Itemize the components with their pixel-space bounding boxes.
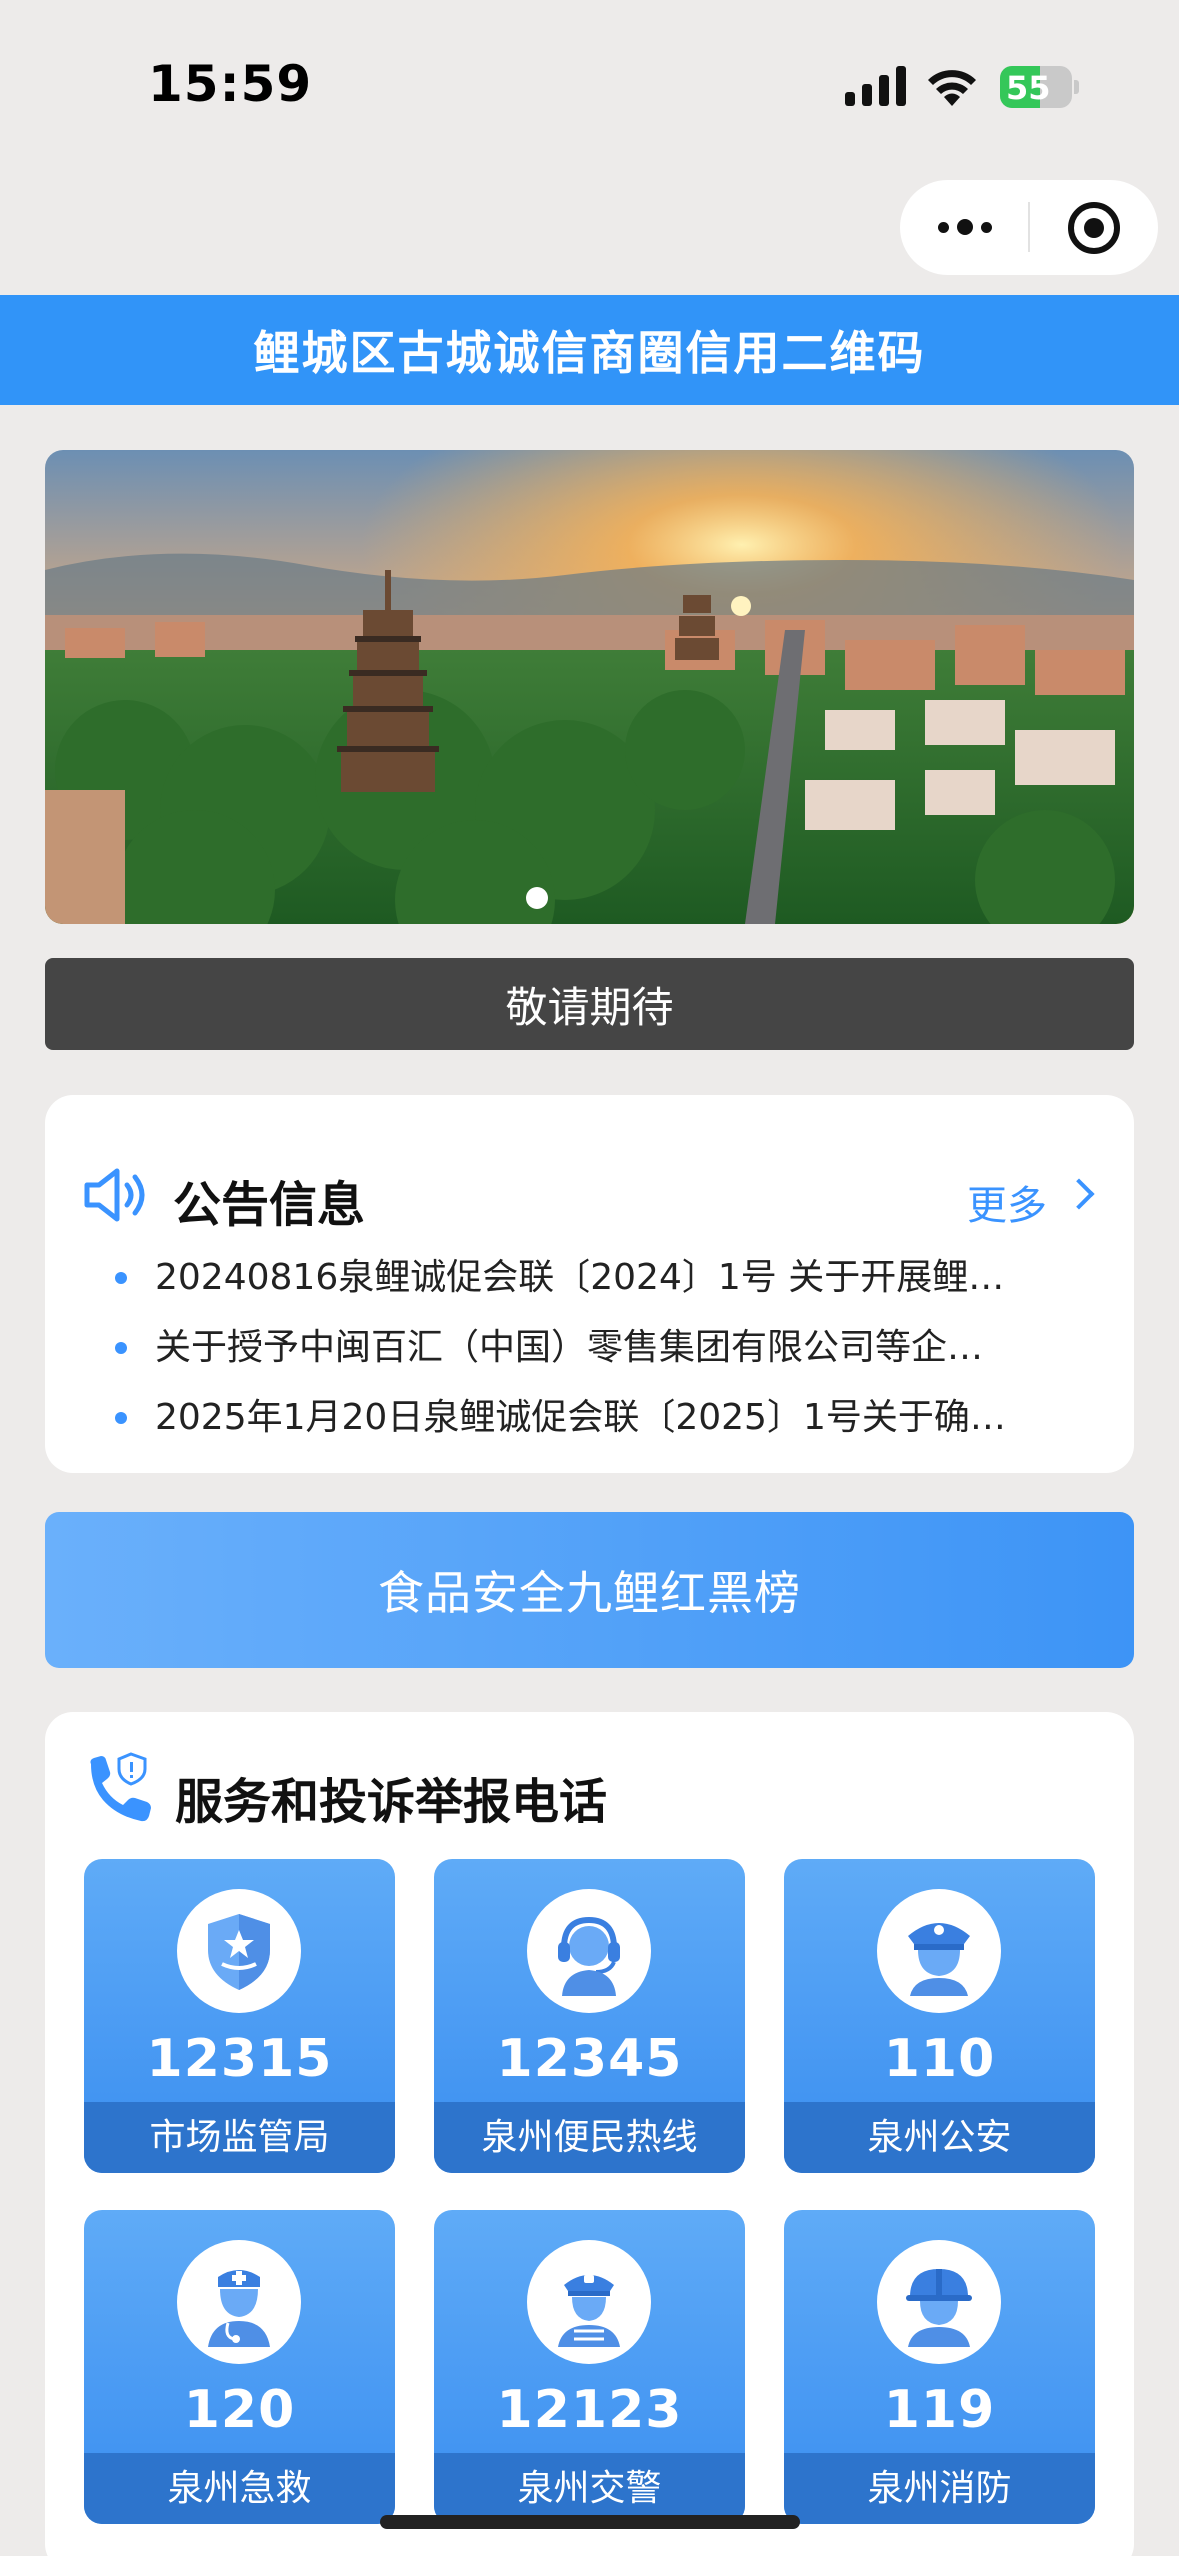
hotline-tile-110[interactable]: 110 泉州公安 bbox=[784, 1859, 1095, 2173]
chevron-right-icon[interactable] bbox=[1063, 1178, 1095, 1210]
page-title: 鲤城区古城诚信商圈信用二维码 bbox=[253, 326, 926, 380]
more-dot-icon bbox=[981, 221, 992, 233]
notice-title: 公告信息 bbox=[173, 1177, 366, 1233]
banner-carousel[interactable] bbox=[45, 450, 1134, 924]
food-safety-rank-button[interactable]: 食品安全九鲤红黑榜 bbox=[45, 1512, 1134, 1668]
notice-item[interactable]: 20240816泉鲤诚促会联〔2024〕1号 关于开展鲤… bbox=[115, 1243, 1105, 1313]
hotline-tile-12315[interactable]: 12315 市场监管局 bbox=[84, 1859, 395, 2173]
hotline-tile-119[interactable]: 119 泉州消防 bbox=[784, 2210, 1095, 2524]
battery-percent: 55 bbox=[1006, 69, 1051, 107]
tile-label: 市场监管局 bbox=[84, 2102, 395, 2173]
battery-indicator: 55 bbox=[1000, 66, 1079, 108]
capsule-divider bbox=[1028, 202, 1030, 252]
close-miniprogram-button[interactable] bbox=[1068, 202, 1120, 254]
hotline-card: 服务和投诉举报电话 12315 市场监管局 12345 泉州便民热线 110 泉… bbox=[45, 1712, 1134, 2556]
firefighter-icon bbox=[906, 2269, 972, 2347]
shield-badge-icon bbox=[208, 1914, 270, 1990]
tile-label: 泉州消防 bbox=[784, 2453, 1095, 2524]
hotline-tile-120[interactable]: 120 泉州急救 bbox=[84, 2210, 395, 2524]
more-dot-icon bbox=[957, 219, 973, 235]
tile-phone-number: 119 bbox=[883, 2380, 996, 2440]
tile-icon-circle bbox=[527, 2240, 651, 2364]
tile-label: 泉州急救 bbox=[84, 2453, 395, 2524]
speaker-icon bbox=[84, 1168, 145, 1222]
cellular-signal-icon bbox=[845, 66, 906, 106]
status-bar: 15:59 55 bbox=[0, 0, 1179, 170]
tile-label: 泉州公安 bbox=[784, 2102, 1095, 2173]
notice-item[interactable]: 2025年1月20日泉鲤诚促会联〔2025〕1号关于确… bbox=[115, 1383, 1105, 1453]
tile-icon-circle bbox=[177, 2240, 301, 2364]
tile-phone-number: 12345 bbox=[496, 2029, 683, 2089]
tile-phone-number: 120 bbox=[183, 2380, 296, 2440]
hotline-tile-12345[interactable]: 12345 泉州便民热线 bbox=[434, 1859, 745, 2173]
hotline-title: 服务和投诉举报电话 bbox=[175, 1774, 608, 1830]
tile-label: 泉州交警 bbox=[434, 2453, 745, 2524]
banner-caption: 敬请期待 bbox=[45, 958, 1134, 1050]
tile-icon-circle bbox=[177, 1889, 301, 2013]
more-dot-icon bbox=[938, 221, 949, 233]
phone-shield-icon bbox=[90, 1752, 151, 1822]
notice-item[interactable]: 关于授予中闽百汇（中国）零售集团有限公司等企… bbox=[115, 1313, 1105, 1383]
tile-icon-circle bbox=[877, 2240, 1001, 2364]
wifi-icon bbox=[928, 70, 976, 106]
carousel-indicator-dot[interactable] bbox=[526, 887, 548, 909]
status-time: 15:59 bbox=[148, 55, 313, 113]
hotline-tile-12123[interactable]: 12123 泉州交警 bbox=[434, 2210, 745, 2524]
home-indicator[interactable] bbox=[380, 2515, 800, 2529]
tile-phone-number: 12123 bbox=[496, 2380, 683, 2440]
miniprogram-capsule bbox=[900, 180, 1158, 275]
tile-phone-number: 12315 bbox=[146, 2029, 333, 2089]
tile-label: 泉州便民热线 bbox=[434, 2102, 745, 2173]
headset-agent-icon bbox=[558, 1916, 620, 1996]
page-header: 鲤城区古城诚信商圈信用二维码 bbox=[0, 295, 1179, 405]
police-officer-icon bbox=[908, 1923, 970, 1996]
notice-list: 20240816泉鲤诚促会联〔2024〕1号 关于开展鲤… 关于授予中闽百汇（中… bbox=[115, 1243, 1105, 1453]
tile-icon-circle bbox=[527, 1889, 651, 2013]
battery-body: 55 bbox=[1000, 66, 1072, 108]
battery-cap bbox=[1074, 80, 1079, 94]
doctor-icon bbox=[208, 2270, 270, 2347]
notice-card: 公告信息 更多 20240816泉鲤诚促会联〔2024〕1号 关于开展鲤… 关于… bbox=[45, 1095, 1134, 1473]
traffic-police-icon bbox=[558, 2275, 620, 2347]
notice-more-link[interactable]: 更多 bbox=[967, 1173, 1047, 1231]
banner-image bbox=[45, 450, 1134, 924]
tile-phone-number: 110 bbox=[883, 2029, 996, 2089]
tile-icon-circle bbox=[877, 1889, 1001, 2013]
more-options-button[interactable] bbox=[930, 202, 1000, 252]
